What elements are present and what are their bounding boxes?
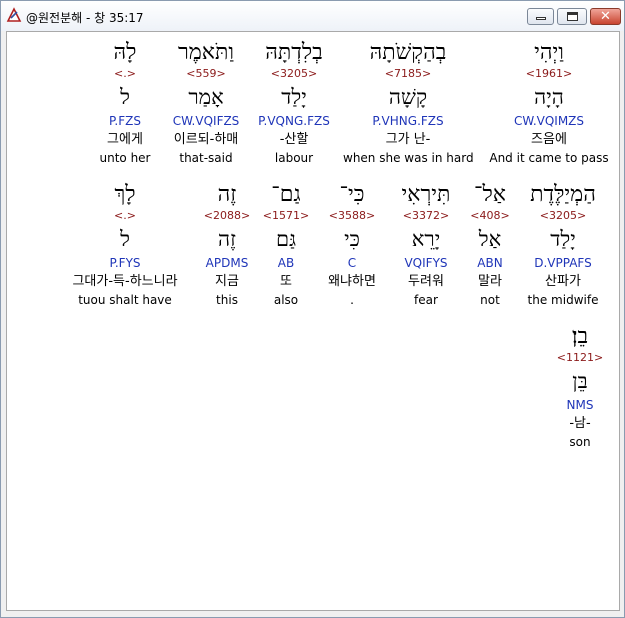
close-button[interactable]: ✕ [590, 8, 621, 25]
strong-number: <1961> [525, 67, 573, 80]
parsing-code: P.FYS [109, 256, 141, 270]
strong-number: <.> [114, 209, 136, 222]
maximize-button[interactable] [557, 8, 587, 25]
english-gloss: son [569, 435, 591, 449]
korean-gloss: 그에게 [107, 132, 143, 147]
korean-gloss: -남- [569, 416, 591, 431]
maximize-icon [567, 12, 578, 21]
english-gloss: unto her [99, 151, 151, 165]
minimize-button[interactable] [527, 8, 554, 25]
english-gloss: when she was in hard [343, 151, 474, 165]
app-window: @원전분해 - 창 35:17 ✕ וַיְהִי <1961> הָיָה C… [0, 0, 625, 618]
korean-gloss: 그대가-득-하느니라 [72, 274, 178, 289]
parsing-code: P.VHNG.FZS [372, 114, 444, 128]
korean-gloss: 그가 난- [385, 132, 431, 147]
window-title: @원전분해 - 창 35:17 [26, 11, 144, 25]
close-icon: ✕ [600, 9, 611, 24]
hebrew-lexeme: ל [120, 85, 130, 109]
hebrew-word: בְהַקְשֹׁתָהּ [369, 40, 447, 65]
korean-gloss: 즈음에 [531, 132, 567, 147]
hebrew-lexeme: הָיָה [534, 85, 564, 109]
hebrew-word: לָךְ [114, 182, 136, 207]
hebrew-lexeme: ל [120, 227, 130, 251]
strong-number: <1121> [556, 351, 604, 364]
hebrew-word: בֵן׃ [571, 324, 589, 349]
analysis-pane[interactable]: וַיְהִי <1961> הָיָה CW.VQIMZS 즈음에 And i… [6, 31, 620, 611]
strong-number: <.> [114, 67, 136, 80]
parsing-code: NMS [566, 398, 594, 412]
strong-number: <7185> [384, 67, 432, 80]
app-icon [6, 7, 22, 22]
parsing-code: P.FZS [109, 114, 141, 128]
hebrew-word: לָהּ [113, 40, 137, 65]
minimize-icon [536, 17, 546, 20]
hebrew-word: וַיְהִי [534, 40, 564, 65]
parsing-code: CW.VQIMZS [513, 114, 585, 128]
hebrew-lexeme: קָשָׁה [388, 85, 428, 109]
title-bar[interactable]: @원전분해 - 창 35:17 ✕ [1, 1, 624, 31]
english-gloss: tuou shalt have [78, 293, 172, 307]
english-gloss: And it came to pass [489, 151, 609, 165]
hebrew-lexeme: בֵּן [572, 369, 588, 393]
